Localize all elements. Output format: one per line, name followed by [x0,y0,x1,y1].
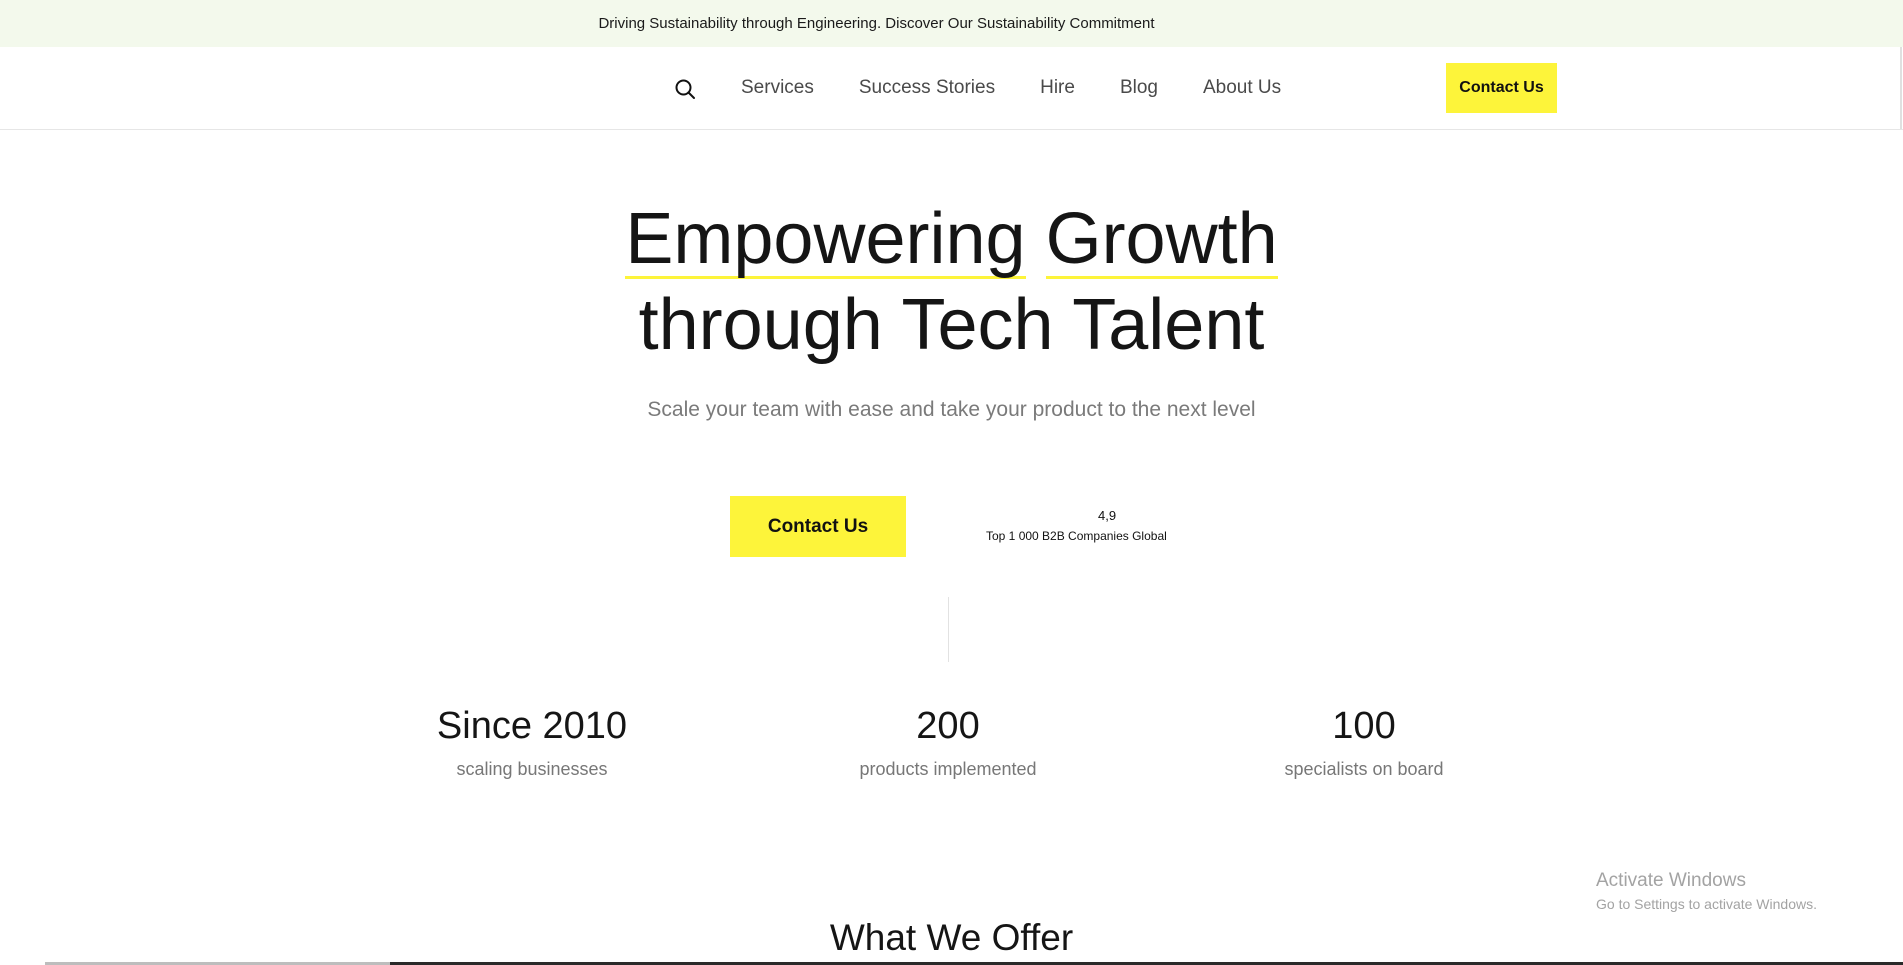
stat-number: Since 2010 [436,705,628,747]
stat-label: scaling businesses [456,759,608,779]
nav-item-success-stories[interactable]: Success Stories [859,77,995,99]
section-title-what-we-offer: What We Offer [829,917,1074,958]
rating-value: 4,9 [1098,508,1117,523]
site-header: Services Success Stories Hire Blog About… [0,47,1903,130]
stat-number: 200 [916,705,980,747]
stat-since: Since 2010 scaling businesses [352,703,712,780]
hero-title-highlight-2: Growth [1045,199,1278,279]
announcement-text[interactable]: Driving Sustainability through Engineeri… [598,15,1154,32]
main-nav: Services Success Stories Hire Blog About… [741,77,1281,99]
hero-contact-button[interactable]: Contact Us [730,496,906,557]
nav-item-hire[interactable]: Hire [1040,77,1075,99]
watermark-subtitle: Go to Settings to activate Windows. [1596,896,1817,912]
hero-title-highlight-1: Empowering [625,199,1026,279]
stat-products: 200 products implemented [768,703,1128,780]
vertical-divider [948,597,949,662]
page-edge-line [1900,47,1902,129]
nav-item-services[interactable]: Services [741,77,814,99]
announcement-bar[interactable]: Driving Sustainability through Engineeri… [0,0,1903,47]
stat-number: 100 [1332,705,1396,747]
stat-label: specialists on board [1284,759,1444,779]
header-contact-button[interactable]: Contact Us [1446,63,1557,113]
nav-item-about-us[interactable]: About Us [1203,77,1281,99]
hero-title-line2: through Tech Talent [638,285,1265,365]
rating-label: Top 1 000 B2B Companies Global [986,529,1167,543]
nav-item-blog[interactable]: Blog [1120,77,1158,99]
watermark-title: Activate Windows [1596,870,1746,891]
hero-title: Empowering Growth through Tech Talent [0,196,1903,368]
stat-specialists: 100 specialists on board [1184,703,1544,780]
hero-subtitle: Scale your team with ease and take your … [647,398,1256,421]
stat-label: products implemented [859,759,1037,779]
search-icon[interactable] [674,78,696,100]
windows-activation-watermark: Activate Windows Go to Settings to activ… [1596,870,1817,912]
